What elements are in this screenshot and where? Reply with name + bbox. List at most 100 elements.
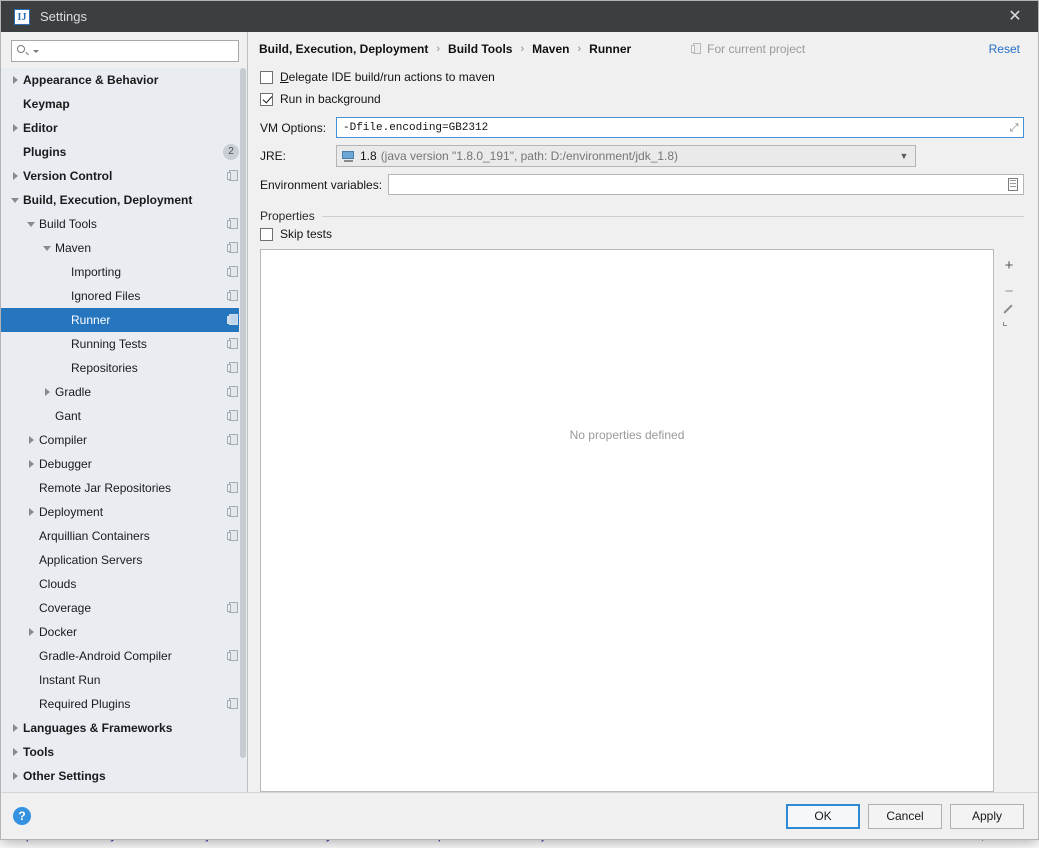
sidebar-item-repositories[interactable]: Repositories bbox=[1, 356, 247, 380]
jre-detail: (java version "1.8.0_191", path: D:/envi… bbox=[380, 149, 679, 163]
project-scope-icon bbox=[227, 338, 239, 350]
sidebar-item-maven[interactable]: Maven bbox=[1, 236, 247, 260]
breadcrumb-item-2[interactable]: Maven bbox=[532, 42, 569, 56]
sidebar-item-label: Deployment bbox=[39, 505, 104, 519]
jre-select[interactable]: 1.8 (java version "1.8.0_191", path: D:/… bbox=[336, 145, 916, 167]
sidebar-item-gant[interactable]: Gant bbox=[1, 404, 247, 428]
sidebar-item-editor[interactable]: Editor bbox=[1, 116, 247, 140]
chevron-down-icon[interactable] bbox=[7, 196, 23, 205]
browse-icon[interactable] bbox=[1006, 177, 1021, 192]
properties-list[interactable]: No properties defined bbox=[260, 249, 994, 792]
footer-button-group: OK Cancel Apply bbox=[786, 803, 1024, 829]
sidebar-item-gradle[interactable]: Gradle bbox=[1, 380, 247, 404]
chevron-right-icon[interactable] bbox=[23, 436, 39, 445]
sidebar-item-importing[interactable]: Importing bbox=[1, 260, 247, 284]
sidebar-item-languages-frameworks[interactable]: Languages & Frameworks bbox=[1, 716, 247, 740]
chevron-right-icon[interactable] bbox=[7, 76, 23, 85]
sidebar-item-tools[interactable]: Tools bbox=[1, 740, 247, 764]
sidebar-item-instant-run[interactable]: Instant Run bbox=[1, 668, 247, 692]
sidebar-item-build-execution-deployment[interactable]: Build, Execution, Deployment bbox=[1, 188, 247, 212]
reset-link[interactable]: Reset bbox=[989, 42, 1024, 56]
sidebar-item-experimental[interactable]: Experimental bbox=[1, 788, 247, 792]
sidebar-item-deployment[interactable]: Deployment bbox=[1, 500, 247, 524]
sidebar-item-label: Remote Jar Repositories bbox=[39, 481, 172, 495]
add-property-button[interactable]: + bbox=[996, 253, 1022, 279]
chevron-right-icon[interactable] bbox=[7, 748, 23, 757]
close-icon[interactable]: ✕ bbox=[992, 1, 1038, 32]
breadcrumb-separator: › bbox=[520, 43, 525, 55]
search-box[interactable] bbox=[11, 40, 239, 62]
breadcrumb-item-3[interactable]: Runner bbox=[589, 42, 631, 56]
sidebar-item-label: Appearance & Behavior bbox=[23, 73, 159, 87]
chevron-right-icon[interactable] bbox=[7, 124, 23, 133]
env-vars-input[interactable] bbox=[393, 176, 1006, 193]
sidebar-item-coverage[interactable]: Coverage bbox=[1, 596, 247, 620]
chevron-right-icon[interactable] bbox=[7, 772, 23, 781]
sidebar-item-remote-jar-repositories[interactable]: Remote Jar Repositories bbox=[1, 476, 247, 500]
search-container bbox=[1, 32, 247, 68]
sidebar-item-appearance-behavior[interactable]: Appearance & Behavior bbox=[1, 68, 247, 92]
sidebar-item-application-servers[interactable]: Application Servers bbox=[1, 548, 247, 572]
vm-options-label: VM Options: bbox=[260, 120, 327, 135]
sidebar-item-clouds[interactable]: Clouds bbox=[1, 572, 247, 596]
sidebar-item-version-control[interactable]: Version Control bbox=[1, 164, 247, 188]
chevron-right-icon[interactable] bbox=[23, 460, 39, 469]
sidebar-item-arquillian-containers[interactable]: Arquillian Containers bbox=[1, 524, 247, 548]
edit-property-button[interactable] bbox=[996, 305, 1022, 331]
run-in-background-row[interactable]: Run in background bbox=[254, 88, 1024, 110]
sidebar-item-runner[interactable]: Runner bbox=[1, 308, 247, 332]
sidebar-item-label: Languages & Frameworks bbox=[23, 721, 173, 735]
properties-toolbar: + − bbox=[994, 249, 1024, 792]
sidebar-scrollbar[interactable] bbox=[239, 68, 247, 792]
sidebar-item-label: Plugins bbox=[23, 145, 67, 159]
settings-content-panel: Build, Execution, Deployment › Build Too… bbox=[248, 32, 1038, 792]
sidebar-item-running-tests[interactable]: Running Tests bbox=[1, 332, 247, 356]
sidebar-item-label: Gradle-Android Compiler bbox=[39, 649, 172, 663]
properties-group-label: Properties bbox=[260, 209, 315, 223]
sidebar-item-debugger[interactable]: Debugger bbox=[1, 452, 247, 476]
chevron-down-icon[interactable]: ▼ bbox=[893, 151, 915, 161]
search-input[interactable] bbox=[43, 43, 234, 59]
run-in-background-checkbox[interactable] bbox=[260, 92, 273, 106]
expand-editor-icon[interactable]: ⤢ bbox=[1007, 121, 1021, 135]
ok-button[interactable]: OK bbox=[786, 803, 860, 829]
sidebar-item-ignored-files[interactable]: Ignored Files bbox=[1, 284, 247, 308]
scope-label: For current project bbox=[707, 42, 806, 56]
sidebar-item-compiler[interactable]: Compiler bbox=[1, 428, 247, 452]
cancel-button[interactable]: Cancel bbox=[868, 803, 942, 829]
sidebar-item-build-tools[interactable]: Build Tools bbox=[1, 212, 247, 236]
chevron-right-icon[interactable] bbox=[7, 172, 23, 181]
env-vars-field[interactable] bbox=[388, 174, 1024, 195]
chevron-right-icon[interactable] bbox=[7, 724, 23, 733]
delegate-checkbox[interactable] bbox=[260, 70, 273, 84]
breadcrumb-item-1[interactable]: Build Tools bbox=[448, 42, 512, 56]
help-icon[interactable]: ? bbox=[13, 807, 31, 825]
chevron-right-icon[interactable] bbox=[23, 508, 39, 517]
chevron-down-icon[interactable] bbox=[23, 220, 39, 229]
group-divider bbox=[321, 215, 1024, 217]
sidebar-item-plugins[interactable]: Plugins 2 bbox=[1, 140, 247, 164]
chevron-down-icon[interactable] bbox=[33, 49, 39, 53]
chevron-right-icon[interactable] bbox=[23, 628, 39, 637]
sidebar-item-other-settings[interactable]: Other Settings bbox=[1, 764, 247, 788]
remove-property-button[interactable]: − bbox=[996, 279, 1022, 305]
breadcrumb-item-0[interactable]: Build, Execution, Deployment bbox=[259, 42, 428, 56]
sidebar-scrollbar-thumb[interactable] bbox=[240, 68, 246, 758]
sidebar-item-label: Tools bbox=[23, 745, 55, 759]
skip-tests-row[interactable]: Skip tests bbox=[254, 223, 1024, 245]
vm-options-field[interactable]: ⤢ bbox=[336, 117, 1024, 138]
skip-tests-checkbox[interactable] bbox=[260, 227, 273, 241]
sidebar-item-required-plugins[interactable]: Required Plugins bbox=[1, 692, 247, 716]
properties-empty-message: No properties defined bbox=[569, 428, 685, 442]
chevron-right-icon[interactable] bbox=[39, 388, 55, 397]
project-scope-icon bbox=[227, 530, 239, 542]
sidebar-item-gradle-android-compiler[interactable]: Gradle-Android Compiler bbox=[1, 644, 247, 668]
delegate-checkbox-row[interactable]: Delegate IDE build/run actions to maven bbox=[254, 66, 1024, 88]
sidebar-item-label: Docker bbox=[39, 625, 78, 639]
sidebar-item-docker[interactable]: Docker bbox=[1, 620, 247, 644]
project-scope-icon bbox=[227, 602, 239, 614]
sidebar-item-keymap[interactable]: Keymap bbox=[1, 92, 247, 116]
apply-button[interactable]: Apply bbox=[950, 803, 1024, 829]
vm-options-input[interactable] bbox=[341, 120, 1007, 135]
chevron-down-icon[interactable] bbox=[39, 244, 55, 253]
